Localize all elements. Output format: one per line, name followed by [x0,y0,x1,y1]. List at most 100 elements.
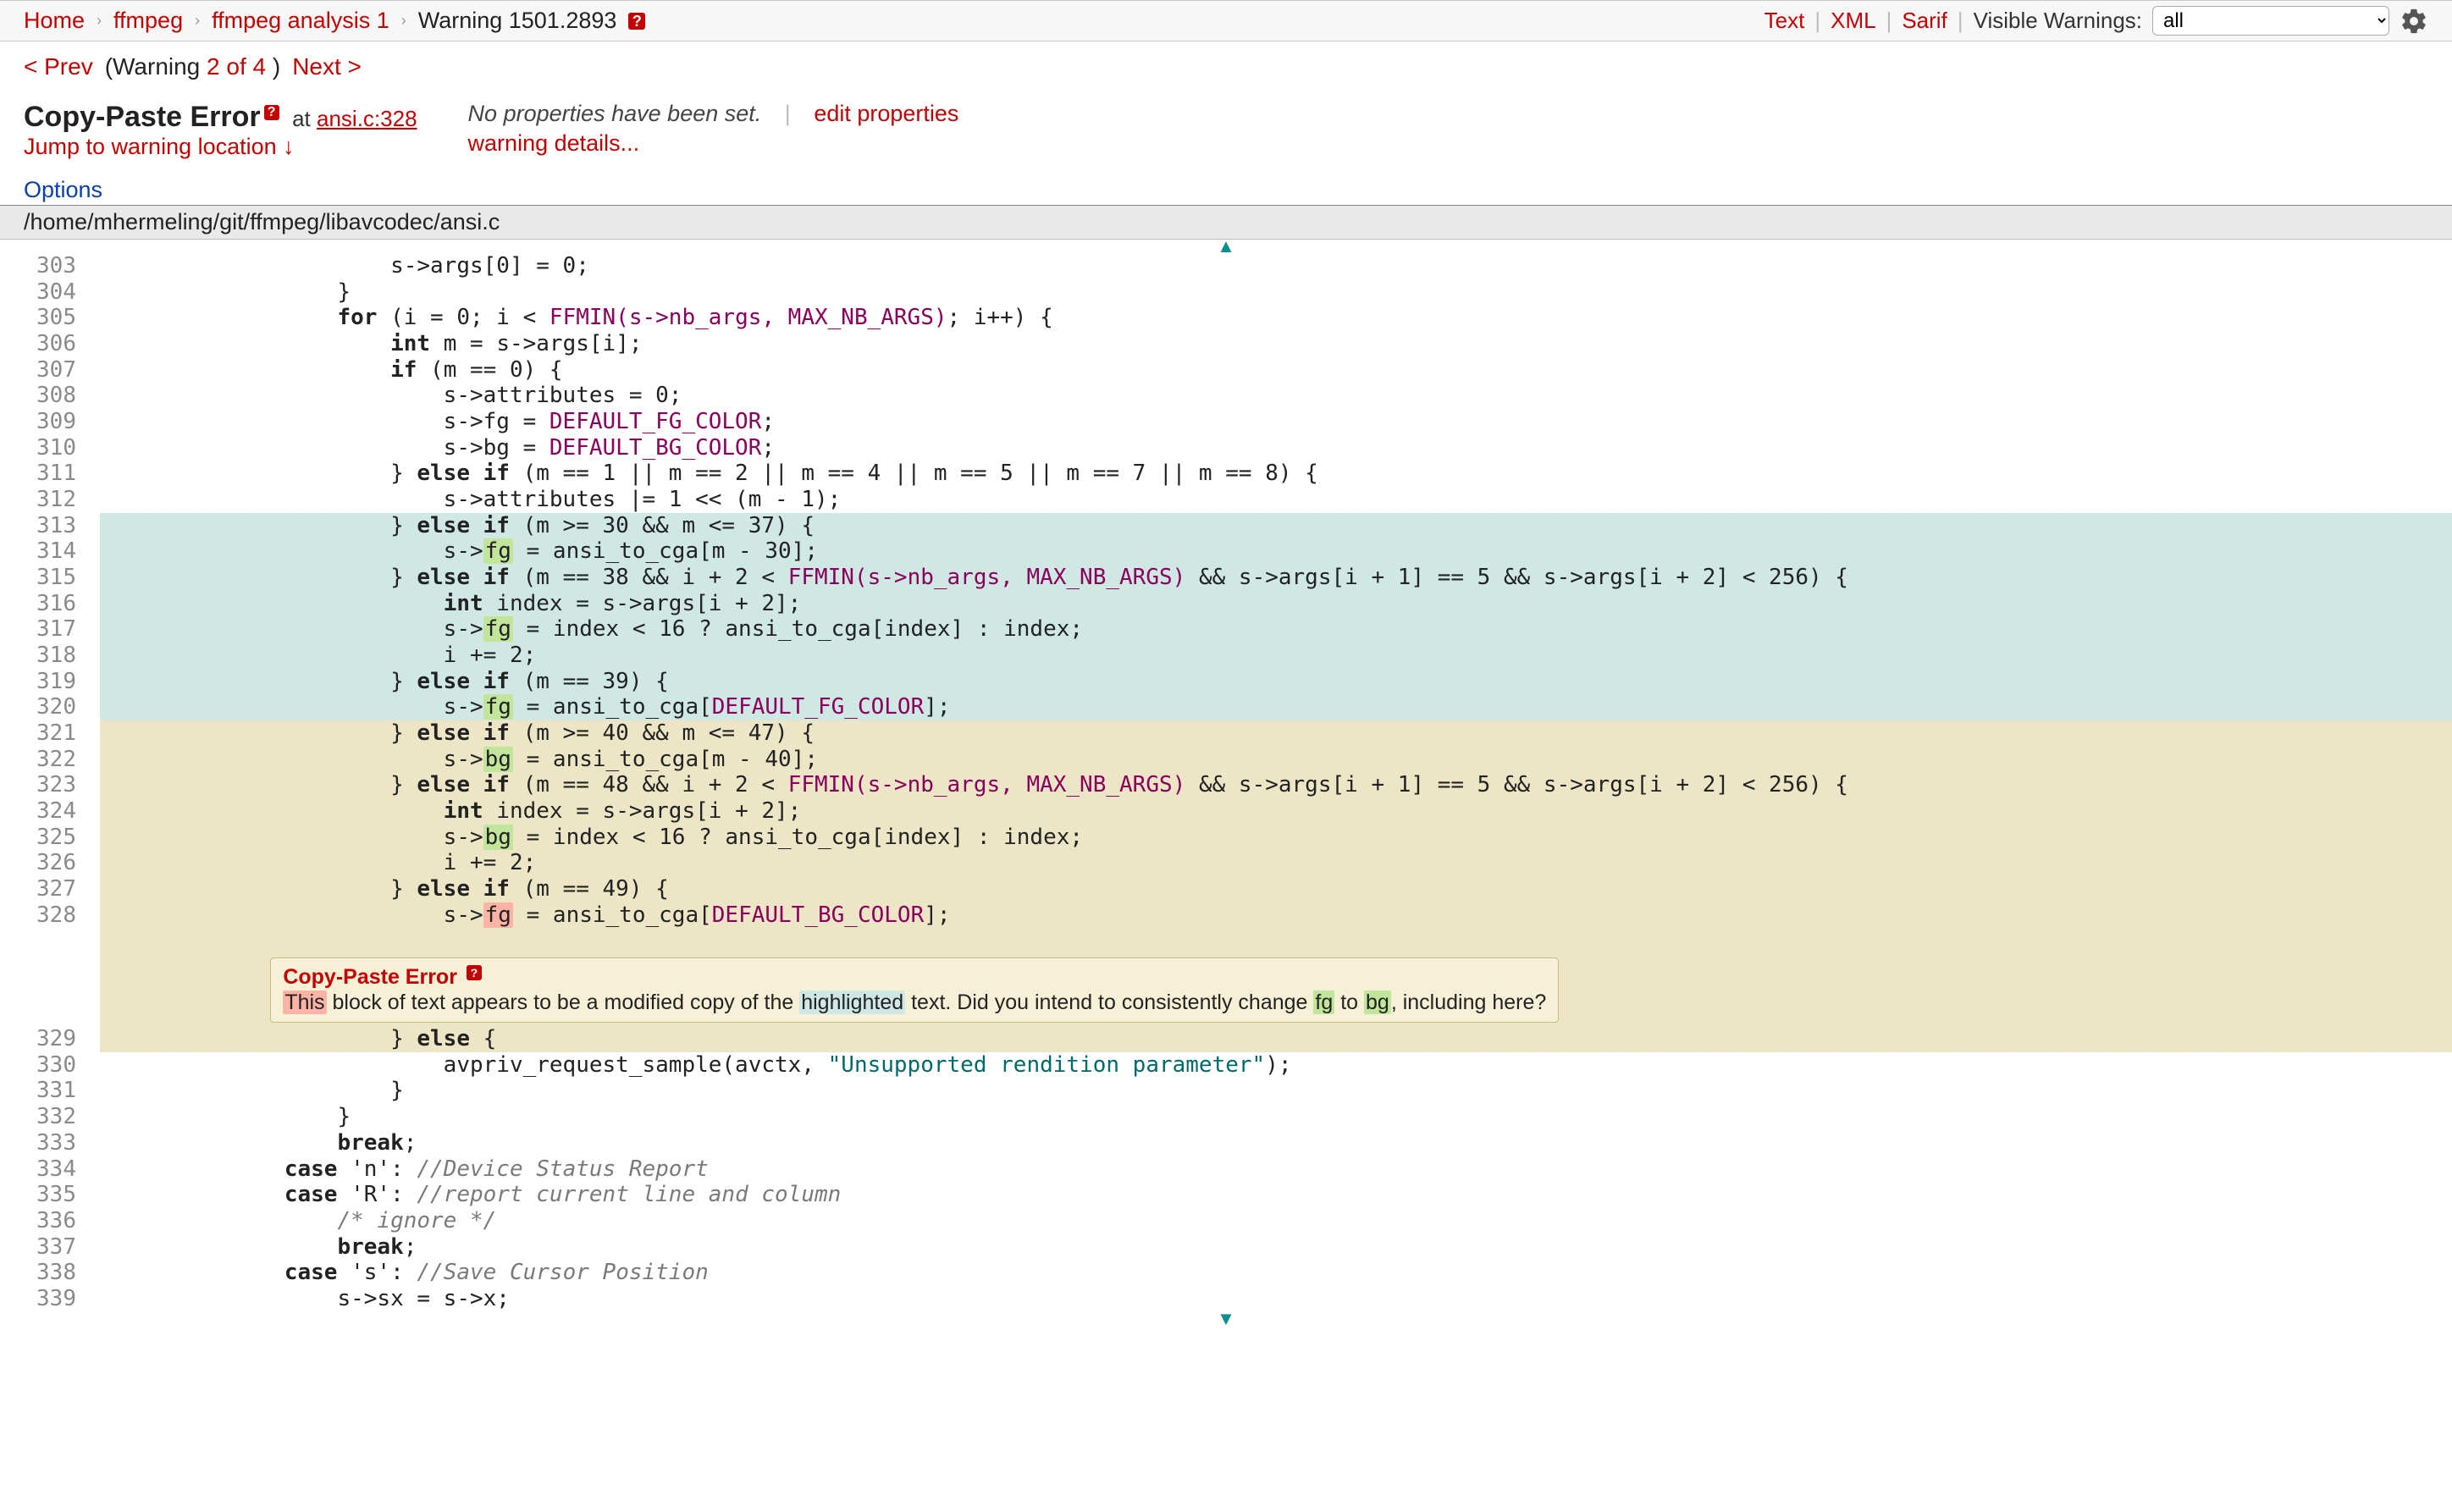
line-number: 306 [0,331,100,357]
hl-suspect: fg [483,902,513,928]
topbar: Home › ffmpeg › ffmpeg analysis 1 › Warn… [0,0,2452,41]
code-line: 333 break; [0,1130,2452,1156]
line-number: 304 [0,279,100,306]
breadcrumb-current: Warning 1501.2893 [418,8,617,34]
line-number: 327 [0,876,100,902]
line-number: 319 [0,669,100,695]
scroll-down-icon[interactable]: ▼ [0,1312,2452,1326]
code-line: 316 int index = s->args[i + 2]; [0,591,2452,617]
code-line: 338 case 's': //Save Cursor Position [0,1260,2452,1286]
options-link[interactable]: Options [0,177,2452,206]
code-line: 334 case 'n': //Device Status Report [0,1156,2452,1183]
code-line: Copy-Paste Error ? This block of text ap… [0,928,2452,1026]
code-line: 318 i += 2; [0,643,2452,669]
code-line: 323 } else if (m == 48 && i + 2 < FFMIN(… [0,772,2452,798]
code-line: 324 int index = s->args[i + 2]; [0,798,2452,825]
line-number: 324 [0,798,100,825]
top-actions: Text | XML | Sarif | Visible Warnings: a… [1764,6,2428,36]
line-number: 315 [0,565,100,591]
line-number: 332 [0,1104,100,1130]
warning-nav: < Prev (Warning 2 of 4 ) Next > [0,41,2452,101]
breadcrumb-project[interactable]: ffmpeg [113,8,183,34]
prev-warning[interactable]: < Prev [24,53,93,80]
warning-location-link[interactable]: ansi.c:328 [317,106,417,131]
code-listing: 303 s->args[0] = 0; 304 } 305 for (i = 0… [0,253,2452,1312]
hl-bg: bg [483,747,513,772]
line-number: 334 [0,1156,100,1183]
code-line: 317 s->fg = index < 16 ? ansi_to_cga[ind… [0,616,2452,643]
sep: | [1886,8,1892,34]
line-number: 321 [0,720,100,747]
warning-box-title: Copy-Paste Error [283,965,457,989]
export-text[interactable]: Text [1764,8,1805,34]
code-line: 337 break; [0,1234,2452,1261]
line-number: 333 [0,1130,100,1156]
line-number: 313 [0,513,100,539]
next-warning[interactable]: Next > [292,53,362,80]
line-number: 339 [0,1286,100,1312]
line-number: 328 [0,902,100,929]
code-line: 305 for (i = 0; i < FFMIN(s->nb_args, MA… [0,305,2452,331]
warning-details[interactable]: warning details... [468,130,959,157]
line-number: 322 [0,747,100,773]
code-line: 312 s->attributes |= 1 << (m - 1); [0,487,2452,513]
line-number: 329 [0,1026,100,1052]
code-line: 326 i += 2; [0,850,2452,876]
code-line: 315 } else if (m == 38 && i + 2 < FFMIN(… [0,565,2452,591]
code-line: 327 } else if (m == 49) { [0,876,2452,902]
help-icon[interactable]: ? [628,13,645,30]
code-line: 306 int m = s->args[i]; [0,331,2452,357]
inline-warning-box: Copy-Paste Error ? This block of text ap… [270,957,1559,1023]
help-icon[interactable]: ? [467,965,482,980]
line-number: 311 [0,461,100,487]
code-line: 320 s->fg = ansi_to_cga[DEFAULT_FG_COLOR… [0,694,2452,720]
line-number: 303 [0,253,100,279]
line-number: 305 [0,305,100,331]
code-line: 321 } else if (m >= 40 && m <= 47) { [0,720,2452,747]
scroll-up-icon[interactable]: ▲ [0,240,2452,253]
code-line: 332 } [0,1104,2452,1130]
no-properties-text: No properties have been set. [468,101,762,126]
code-line: 313 } else if (m >= 30 && m <= 37) { [0,513,2452,539]
code-line: 303 s->args[0] = 0; [0,253,2452,279]
line-number: 331 [0,1078,100,1104]
sep: | [1958,8,1963,34]
breadcrumb-sep: › [195,12,200,30]
line-number: 316 [0,591,100,617]
line-number: 323 [0,772,100,798]
visible-warnings-label: Visible Warnings: [1974,8,2142,34]
warning-title: Copy-Paste Error? at ansi.c:328 [24,101,417,134]
warning-header: Copy-Paste Error? at ansi.c:328 Jump to … [0,101,2452,177]
line-number: 336 [0,1208,100,1234]
hl-fg: fg [483,538,513,564]
hl-fg: fg [483,694,513,720]
line-number: 310 [0,435,100,461]
line-number: 312 [0,487,100,513]
code-line: 311 } else if (m == 1 || m == 2 || m == … [0,461,2452,487]
export-sarif[interactable]: Sarif [1902,8,1947,34]
breadcrumb: Home › ffmpeg › ffmpeg analysis 1 › Warn… [24,8,645,34]
line-number: 318 [0,643,100,669]
code-line: 335 case 'R': //report current line and … [0,1182,2452,1208]
export-xml[interactable]: XML [1831,8,1875,34]
breadcrumb-home[interactable]: Home [24,8,85,34]
code-line: 314 s->fg = ansi_to_cga[m - 30]; [0,538,2452,565]
file-path: /home/mhermeling/git/ffmpeg/libavcodec/a… [0,206,2452,240]
code-line: 336 /* ignore */ [0,1208,2452,1234]
jump-to-location[interactable]: Jump to warning location ↓ [24,134,295,159]
breadcrumb-analysis[interactable]: ffmpeg analysis 1 [212,8,389,34]
code-line: 328 s->fg = ansi_to_cga[DEFAULT_BG_COLOR… [0,902,2452,929]
edit-properties[interactable]: edit properties [814,101,958,126]
visible-warnings-select[interactable]: all [2152,6,2389,36]
gear-icon[interactable] [2400,7,2428,36]
code-line: 308 s->attributes = 0; [0,383,2452,409]
code-line: 319 } else if (m == 39) { [0,669,2452,695]
sep: | [1814,8,1820,34]
line-number: 337 [0,1234,100,1261]
breadcrumb-sep: › [97,12,102,30]
hl-bg: bg [483,825,513,850]
line-number [0,928,100,1026]
help-icon[interactable]: ? [264,105,279,120]
breadcrumb-sep: › [401,12,406,30]
hl-fg: fg [483,616,513,642]
